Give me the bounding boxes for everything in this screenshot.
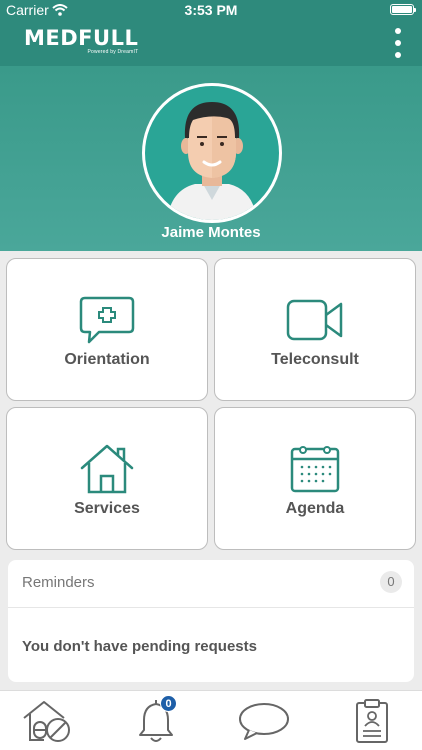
nav-chat-button[interactable] xyxy=(234,695,294,747)
notifications-badge: 0 xyxy=(160,695,177,712)
avatar[interactable] xyxy=(142,83,282,223)
teleconsult-label: Teleconsult xyxy=(271,351,359,368)
nav-home-button[interactable] xyxy=(18,695,78,747)
menu-dot xyxy=(395,40,401,46)
nav-notifications-button[interactable]: 0 xyxy=(126,695,186,747)
services-label: Services xyxy=(74,500,140,517)
app-logo: MEDFULL Powered by DreamIT xyxy=(24,27,138,55)
battery-icon xyxy=(390,4,416,15)
orientation-label: Orientation xyxy=(64,351,150,368)
video-camera-icon xyxy=(215,299,415,343)
avatar-illustration xyxy=(167,102,257,220)
profile-name: Jaime Montes xyxy=(161,224,261,241)
more-menu-button[interactable] xyxy=(390,28,406,58)
chat-plus-icon xyxy=(7,296,207,346)
clipboard-icon xyxy=(356,699,388,743)
menu-dot xyxy=(395,52,401,58)
services-tile[interactable]: Services xyxy=(6,407,208,550)
status-bar: Carrier 3:53 PM xyxy=(0,0,422,20)
reminders-header[interactable]: Reminders 0 xyxy=(8,560,414,608)
agenda-label: Agenda xyxy=(285,500,345,517)
teleconsult-tile[interactable]: Teleconsult xyxy=(214,258,416,401)
chat-bubble-icon xyxy=(239,703,289,740)
agenda-tile[interactable]: Agenda xyxy=(214,407,416,550)
reminders-empty-message: You don't have pending requests xyxy=(22,638,257,655)
orientation-tile[interactable]: Orientation xyxy=(6,258,208,401)
clock: 3:53 PM xyxy=(184,2,238,18)
app-bar: MEDFULL Powered by DreamIT xyxy=(0,20,422,66)
reminders-title: Reminders xyxy=(22,574,95,591)
bottom-nav: 0 xyxy=(0,690,422,750)
reminders-card: Reminders 0 You don't have pending reque… xyxy=(8,560,414,682)
profile-header: Jaime Montes xyxy=(0,66,422,251)
house-icon xyxy=(7,444,207,494)
nav-records-button[interactable] xyxy=(342,695,402,747)
logo-text: MEDFULL xyxy=(24,26,139,50)
home-pill-icon xyxy=(23,701,70,742)
reminders-count-badge: 0 xyxy=(380,571,402,593)
more-vertical-icon xyxy=(395,28,401,34)
calendar-icon xyxy=(215,443,415,493)
